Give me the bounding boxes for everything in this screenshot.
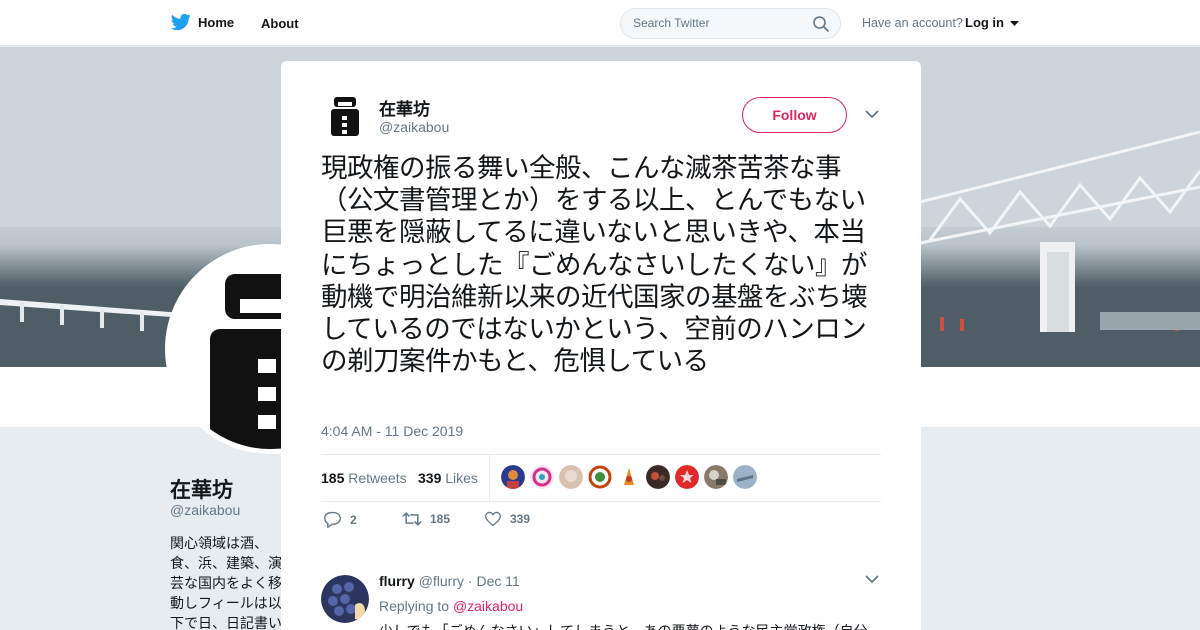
chevron-down-icon[interactable] [865,575,879,584]
stats-divider [489,455,490,501]
liker-avatar[interactable] [617,465,641,489]
heart-icon [485,511,501,527]
retweet-count: 185 [430,512,451,526]
login-button[interactable]: Log in [965,15,1019,30]
profile-bio: 関心領域は酒、食、浜、建築、演芸な国内をよく移動しフィールは以下で日、日記書いて… [170,535,282,630]
retweets-label: Retweets [348,470,407,486]
likes-stat[interactable]: 339 Likes [418,470,478,486]
like-count: 339 [510,512,531,526]
liker-avatar[interactable] [501,465,525,489]
reply-text: 少しでも「ごめんなさい」してしまうと、あの悪夢のような民主党政権（自分 [379,621,868,630]
twitter-bird-icon [170,13,191,31]
nav-home-link[interactable]: Home [170,12,234,32]
tweet-text: 現政権の振る舞い全般、こんな滅茶苦茶な事（公文書管理とか）をする以上、とんでもな… [321,153,868,378]
retweet-button[interactable]: 185 [402,511,450,527]
liker-avatar[interactable] [733,465,757,489]
nav-home-label: Home [198,14,235,30]
profile-handle: @zaikabou [170,502,241,518]
liker-avatar[interactable] [675,465,699,489]
like-button[interactable]: 339 [484,511,530,527]
retweets-stat[interactable]: 185 Retweets [321,470,407,486]
reply-author-avatar[interactable] [321,575,369,623]
login-label: Log in [965,15,1004,30]
tweet-modal: 在華坊 @zaikabou Follow 現政権の振る舞い全般、こんな滅茶苦茶な… [281,61,921,630]
likes-label: Likes [445,470,478,486]
search-input[interactable] [633,16,803,30]
caret-down-icon [1009,20,1019,26]
follow-button[interactable]: Follow [742,97,847,133]
retweets-count: 185 [321,470,345,486]
search-box [620,8,841,39]
reply-date[interactable]: Dec 11 [476,573,519,589]
nav-about-link[interactable]: About [261,16,299,31]
reply-icon [324,511,341,528]
liker-avatars [501,465,757,489]
chevron-down-icon[interactable] [865,110,879,119]
reply-separator: · [467,573,473,589]
reply-header: flurry @flurry · Dec 11 [379,573,520,589]
liker-avatar[interactable] [530,465,554,489]
replying-handle-link[interactable]: @zaikabou [453,598,523,614]
replying-prefix: Replying to [379,598,450,614]
account-prompt: Have an account? [862,16,963,30]
likes-count: 339 [418,470,442,486]
reply-author-name[interactable]: flurry [379,573,415,589]
liker-avatar[interactable] [588,465,612,489]
tweet-actions: 2 185 339 [321,511,881,535]
tweet-stats: 185 Retweets 339 Likes [321,454,881,502]
liker-avatar[interactable] [559,465,583,489]
search-icon[interactable] [812,15,830,33]
replying-to: Replying to @zaikabou [379,598,523,614]
reply-count: 2 [350,512,357,527]
tweet-author-handle[interactable]: @zaikabou [379,119,449,135]
liker-avatar[interactable] [646,465,670,489]
top-nav: Home About Have an account? Log in [0,0,1200,46]
close-icon[interactable] [1154,12,1178,36]
profile-name: 在華坊 [170,479,233,502]
reply-button[interactable]: 2 [323,511,357,528]
tweet-timestamp[interactable]: 4:04 AM - 11 Dec 2019 [321,423,463,439]
liker-avatar[interactable] [704,465,728,489]
retweet-icon [402,512,422,526]
tweet-author-name[interactable]: 在華坊 [379,95,430,120]
reply-author-handle[interactable]: @flurry [419,573,464,589]
tweet-author-avatar[interactable] [321,91,369,139]
